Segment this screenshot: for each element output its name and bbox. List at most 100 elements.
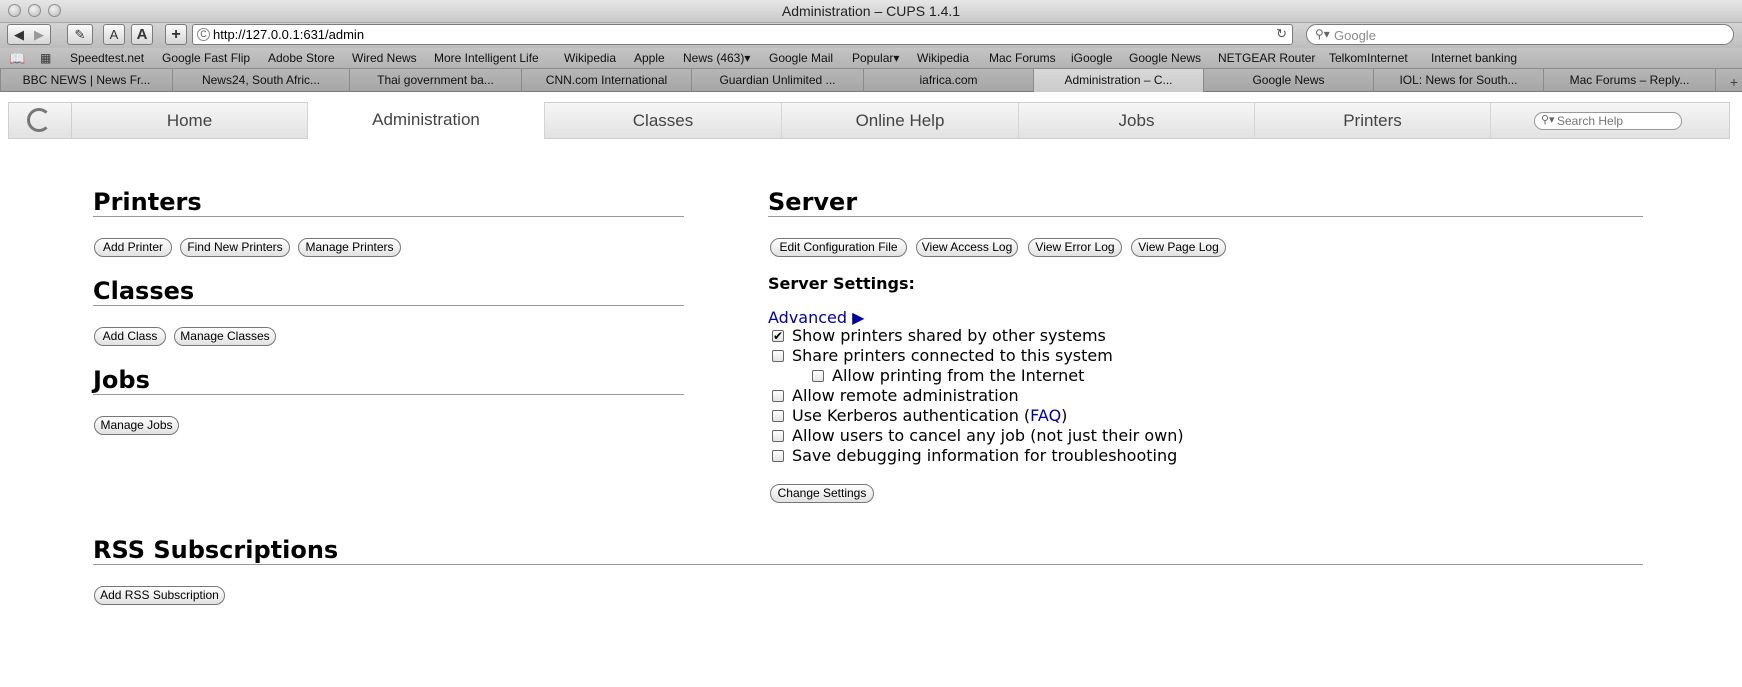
bookmarks-bar: 📖 ▦ Speedtest.net Google Fast Flip Adobe… [0,48,1742,69]
browser-tab-bar: BBC NEWS | News Fr... News24, South Afri… [0,69,1742,92]
text-larger-button[interactable]: A [131,24,153,45]
cups-navigation: Home Administration Classes Online Help … [8,102,1730,139]
allow-internet-printing-label: Allow printing from the Internet [832,366,1085,385]
browser-tab[interactable]: IOL: News for South... [1373,69,1543,92]
search-icon: ⚲▾ [1541,114,1555,126]
advanced-toggle-link[interactable]: Advanced ▶ [768,308,864,327]
bookmark-item[interactable]: Google Mail [769,51,833,65]
allow-internet-printing-checkbox[interactable] [812,370,824,382]
url-text[interactable]: http://127.0.0.1:631/admin [213,27,364,42]
divider [93,394,684,395]
kerberos-label: Use Kerberos authentication (FAQ) [792,406,1067,425]
bookmark-item[interactable]: NETGEAR Router [1218,51,1315,65]
bookmark-item[interactable]: Wikipedia [917,51,969,65]
show-shared-printers-checkbox[interactable]: ✔ [772,330,784,342]
jobs-heading: Jobs [93,366,150,394]
manage-classes-button[interactable]: Manage Classes [174,327,276,346]
nav-jobs[interactable]: Jobs [1019,103,1255,138]
browser-tab[interactable]: News24, South Afric... [172,69,349,92]
add-rss-subscription-button[interactable]: Add RSS Subscription [94,586,225,605]
kerberos-label-suffix: ) [1061,406,1068,425]
address-bar[interactable]: C http://127.0.0.1:631/admin ↻ [192,24,1293,45]
view-page-log-button[interactable]: View Page Log [1131,238,1226,257]
change-settings-button[interactable]: Change Settings [770,484,874,503]
plus-icon: + [1729,74,1738,90]
printers-heading: Printers [93,188,202,216]
bookmarks-book-icon[interactable]: 📖 [9,51,25,67]
debug-logging-label: Save debugging information for troublesh… [792,446,1178,465]
reload-icon[interactable]: ↻ [1276,26,1287,42]
window-titlebar: Administration – CUPS 1.4.1 [0,0,1742,23]
help-search-input[interactable] [1557,114,1677,128]
bookmark-item[interactable]: Popular▾ [852,51,899,65]
bookmark-item[interactable]: iGoogle [1071,51,1112,65]
browser-tab[interactable]: CNN.com International [521,69,691,92]
divider [93,564,1643,565]
add-printer-button[interactable]: Add Printer [94,238,172,257]
top-sites-grid-icon[interactable]: ▦ [40,51,51,65]
back-arrow-icon[interactable]: ◀ [14,25,24,44]
bookmark-item[interactable]: TelkomInternet [1329,51,1408,65]
web-search-field[interactable]: ⚲▾ Google [1306,24,1734,45]
divider [768,216,1643,217]
nav-classes[interactable]: Classes [545,103,782,138]
cups-logo-icon[interactable] [9,103,72,138]
view-access-log-button[interactable]: View Access Log [916,238,1018,257]
bookmark-item[interactable]: Wikipedia [564,51,616,65]
browser-tab[interactable]: Guardian Unlimited ... [691,69,863,92]
browser-tab[interactable]: BBC NEWS | News Fr... [0,69,172,92]
edit-icon[interactable]: ✎ [67,24,93,45]
bookmark-item[interactable]: More Intelligent Life [434,51,539,65]
divider [93,305,684,306]
view-error-log-button[interactable]: View Error Log [1028,238,1122,257]
text-smaller-button[interactable]: A [103,24,125,45]
bookmark-item[interactable]: Speedtest.net [70,51,144,65]
browser-tab-active[interactable]: Administration – C... [1033,69,1203,92]
bookmark-item[interactable]: News (463)▾ [683,51,750,65]
remote-admin-label: Allow remote administration [792,386,1019,405]
bookmark-item[interactable]: Mac Forums [989,51,1056,65]
manage-jobs-button[interactable]: Manage Jobs [94,416,179,435]
share-printers-checkbox[interactable] [772,350,784,362]
find-new-printers-button[interactable]: Find New Printers [180,238,290,257]
cancel-any-job-checkbox[interactable] [772,430,784,442]
manage-printers-button[interactable]: Manage Printers [298,238,401,257]
bookmark-item[interactable]: Apple [634,51,665,65]
browser-tab[interactable]: Mac Forums – Reply... [1543,69,1715,92]
kerberos-checkbox[interactable] [772,410,784,422]
bookmark-item[interactable]: Google News [1129,51,1201,65]
bookmark-item[interactable]: Wired News [352,51,417,65]
edit-configuration-file-button[interactable]: Edit Configuration File [770,238,907,257]
rss-subscriptions-heading: RSS Subscriptions [93,536,339,564]
web-search-placeholder[interactable]: Google [1334,28,1376,43]
classes-heading: Classes [93,277,195,305]
bookmark-item[interactable]: Internet banking [1431,51,1517,65]
faq-link[interactable]: FAQ [1030,406,1061,425]
server-heading: Server [768,188,858,216]
site-icon: C [197,28,210,41]
divider [93,216,684,217]
window-title: Administration – CUPS 1.4.1 [781,3,961,19]
debug-logging-checkbox[interactable] [772,450,784,462]
nav-administration[interactable]: Administration [308,102,545,139]
server-settings-label: Server Settings: [768,274,915,293]
browser-tab[interactable]: Thai government ba... [349,69,521,92]
cancel-any-job-label: Allow users to cancel any job (not just … [792,426,1184,445]
add-class-button[interactable]: Add Class [94,327,166,346]
browser-tab[interactable]: iafrica.com [863,69,1033,92]
remote-admin-checkbox[interactable] [772,390,784,402]
new-tab-button[interactable]: + [1715,69,1742,92]
browser-toolbar: ◀ ▶ ✎ A A + C http://127.0.0.1:631/admin… [0,23,1742,48]
bookmark-item[interactable]: Google Fast Flip [162,51,250,65]
help-search-field[interactable]: ⚲▾ [1534,112,1682,130]
bookmark-item[interactable]: Adobe Store [268,51,335,65]
add-bookmark-button[interactable]: + [165,24,187,45]
nav-online-help[interactable]: Online Help [782,103,1019,138]
share-printers-label: Share printers connected to this system [792,346,1113,365]
kerberos-label-prefix: Use Kerberos authentication ( [792,406,1031,425]
forward-arrow-icon[interactable]: ▶ [34,25,44,44]
back-forward-buttons[interactable]: ◀ ▶ [7,24,51,45]
browser-tab[interactable]: Google News [1203,69,1373,92]
nav-home[interactable]: Home [72,103,308,138]
nav-printers[interactable]: Printers [1255,103,1491,138]
